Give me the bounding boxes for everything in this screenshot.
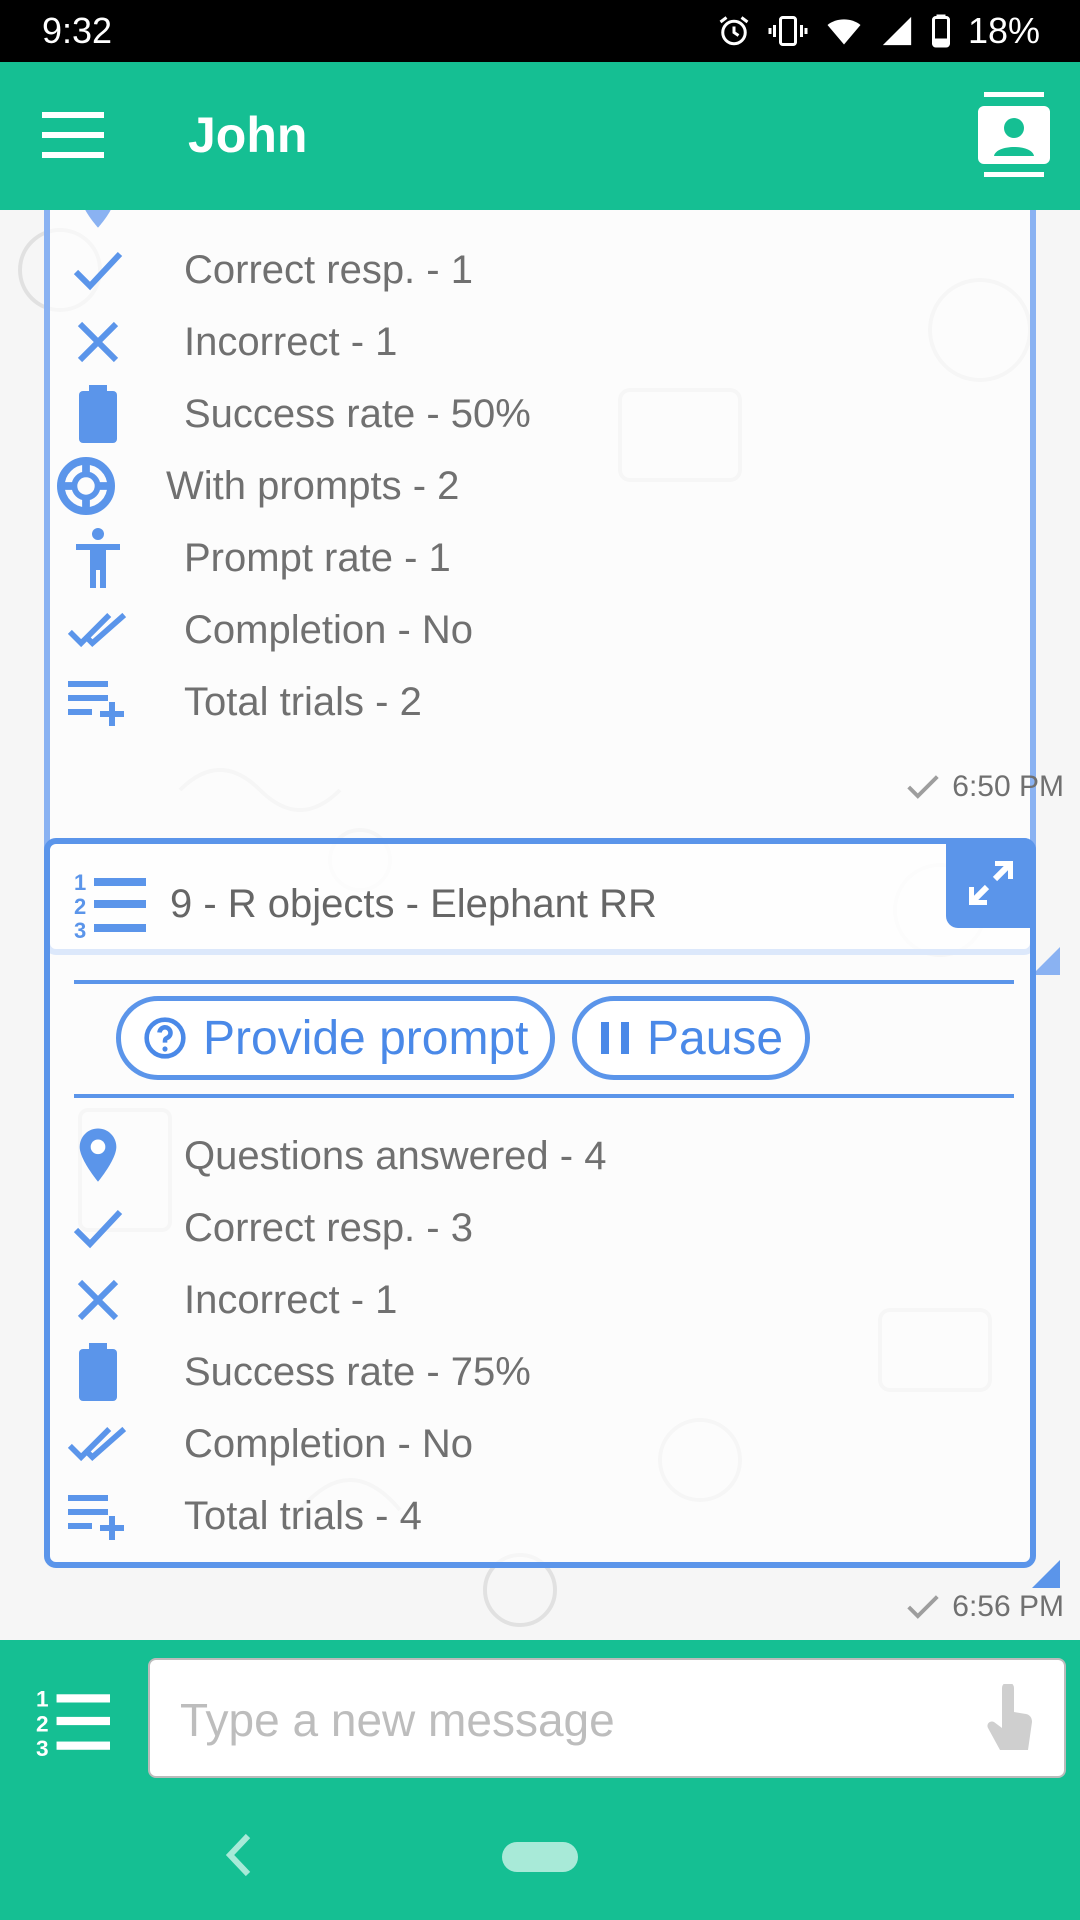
- list-item: Total trials - 2: [68, 672, 422, 732]
- check-icon: [73, 1209, 123, 1249]
- svg-text:2: 2: [36, 1711, 49, 1736]
- double-check-icon: [68, 612, 127, 648]
- alarm-icon: [719, 16, 749, 46]
- person-icon: [76, 528, 120, 588]
- list-item: With prompts - 2: [56, 456, 459, 516]
- signal-icon: [882, 16, 912, 46]
- bubble-tail: [1032, 947, 1060, 975]
- back-icon[interactable]: [220, 1830, 260, 1880]
- svg-text:1: 1: [74, 870, 86, 895]
- sent-check-icon: [907, 775, 939, 799]
- list-item: Correct resp. - 3: [68, 1198, 473, 1258]
- check-icon: [73, 251, 123, 291]
- list-item: Prompt rate - 1: [68, 528, 451, 588]
- location-pin-icon: [85, 210, 111, 228]
- touch-icon[interactable]: [984, 1684, 1034, 1754]
- list-item: Correct resp. - 1: [68, 240, 473, 300]
- svg-text:1: 1: [36, 1687, 49, 1712]
- list-item: Questions answered - 4: [68, 1126, 606, 1186]
- list-item: Completion - No: [68, 600, 473, 660]
- message-input[interactable]: [180, 1680, 960, 1760]
- message-input-bar: 1 2 3: [0, 1640, 1080, 1790]
- playlist-add-icon: [68, 1495, 124, 1540]
- page-title: John: [188, 107, 308, 163]
- double-check-icon: [68, 1426, 127, 1462]
- numbered-list-icon[interactable]: 1 2 3: [36, 1684, 110, 1758]
- list-item: Total trials - 4: [68, 1486, 422, 1546]
- battery-status-icon: [931, 14, 950, 48]
- chat-area[interactable]: Correct resp. - 1 Incorrect - 1 Success …: [0, 210, 1080, 1640]
- pause-label: Pause: [647, 1011, 784, 1065]
- status-bar: 9:32 18%: [0, 0, 1080, 62]
- playlist-add-icon: [68, 681, 124, 726]
- card-title-row: 1 2 3 9 - R objects - Elephant RR: [74, 868, 657, 940]
- pause-icon: [601, 1022, 629, 1054]
- battery-icon: [79, 1343, 117, 1401]
- numbered-list-icon: 1 2 3: [74, 870, 146, 940]
- bubble-tail: [1032, 1560, 1060, 1588]
- message-timestamp: 6:56 PM: [906, 1590, 1064, 1624]
- battery-percent: 18%: [967, 10, 1040, 51]
- close-icon: [77, 321, 119, 363]
- message-box: [148, 1658, 1066, 1778]
- list-item: Success rate - 50%: [68, 384, 531, 444]
- battery-icon: [79, 385, 117, 443]
- provide-prompt-label: Provide prompt: [203, 1011, 529, 1065]
- list-item: Incorrect - 1: [68, 312, 397, 372]
- status-icons: 18%: [716, 10, 1040, 52]
- contact-card-icon[interactable]: [978, 92, 1050, 180]
- status-time: 9:32: [42, 10, 113, 51]
- list-item: Success rate - 75%: [68, 1342, 531, 1402]
- divider: [74, 1094, 1014, 1098]
- expand-button[interactable]: [946, 838, 1036, 928]
- card-title: 9 - R objects - Elephant RR: [170, 881, 657, 926]
- home-button[interactable]: [502, 1842, 578, 1872]
- svg-text:3: 3: [74, 918, 86, 940]
- list-item: Incorrect - 1: [68, 1270, 397, 1330]
- pause-button[interactable]: Pause: [572, 996, 811, 1080]
- app-bar: John: [0, 62, 1080, 210]
- expand-icon: [969, 861, 1013, 905]
- list-item: Completion - No: [68, 1414, 473, 1474]
- svg-text:3: 3: [36, 1736, 49, 1758]
- system-nav-bar: [0, 1790, 1080, 1920]
- lifebuoy-icon: [57, 457, 115, 515]
- sent-check-icon: [907, 1595, 939, 1619]
- svg-text:2: 2: [74, 894, 86, 919]
- vibrate-icon: [768, 16, 808, 46]
- close-icon: [77, 1279, 119, 1321]
- provide-prompt-button[interactable]: Provide prompt: [116, 996, 556, 1080]
- program-card: 1 2 3 9 - R objects - Elephant RR Provid…: [44, 838, 1060, 1588]
- divider: [74, 980, 1014, 984]
- location-pin-icon: [79, 1128, 117, 1182]
- wifi-icon: [827, 19, 861, 45]
- help-circle-icon: [144, 1017, 186, 1059]
- menu-icon[interactable]: [42, 112, 104, 158]
- message-timestamp: 6:50 PM: [906, 770, 1064, 804]
